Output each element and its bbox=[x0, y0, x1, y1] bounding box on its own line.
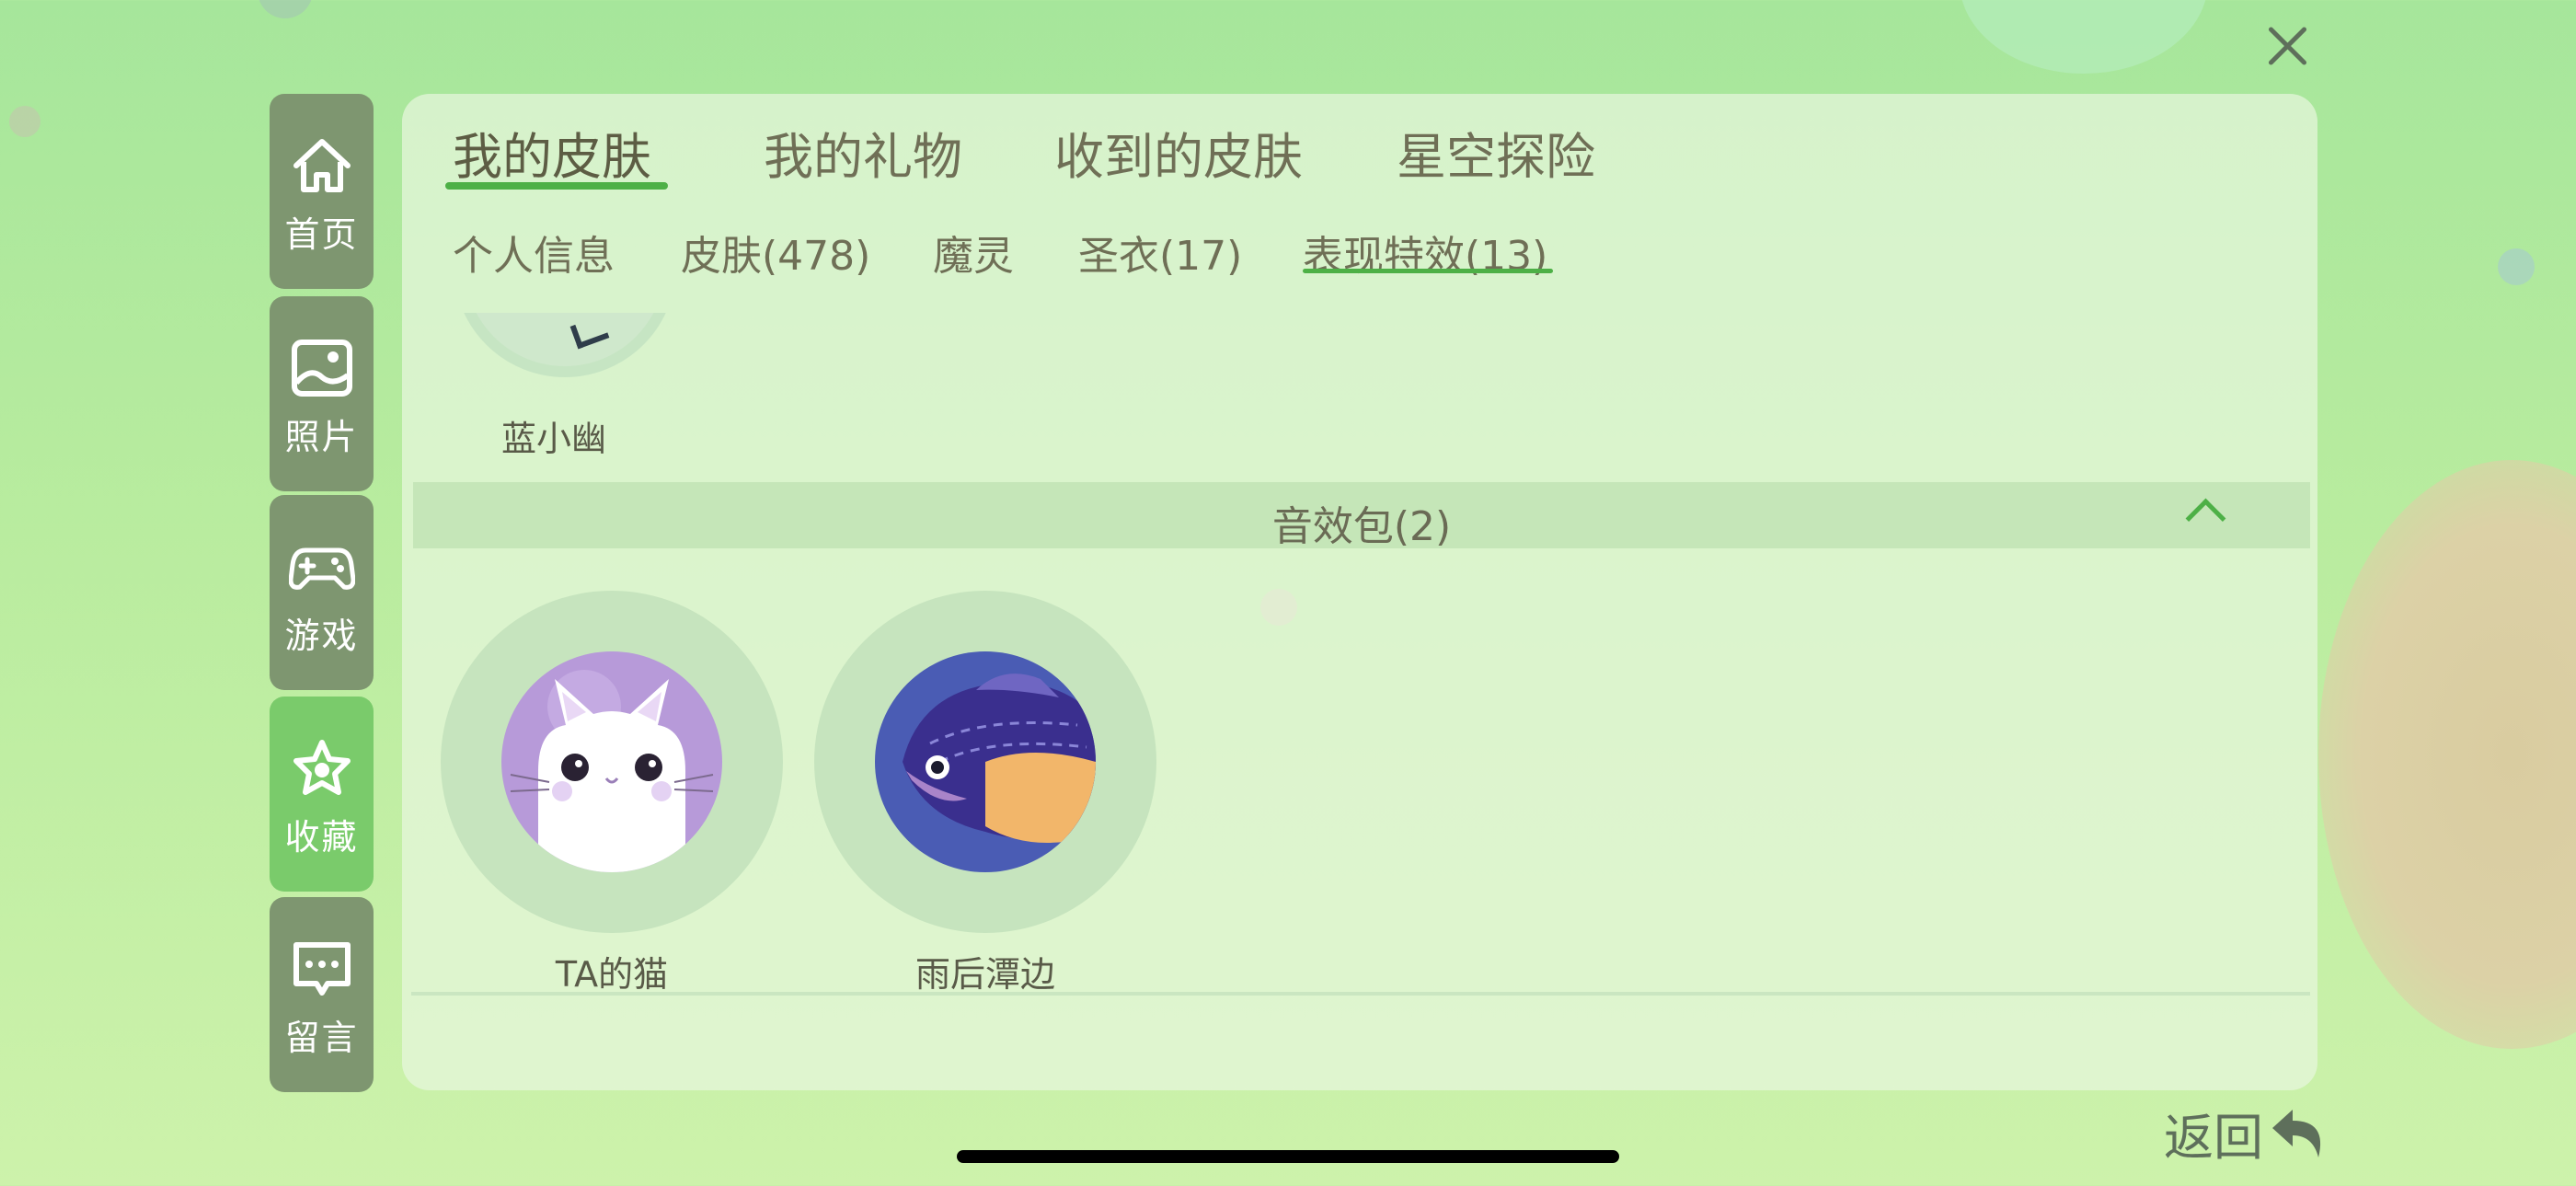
subtab-profile[interactable]: 个人信息 bbox=[453, 223, 615, 282]
subtab-spirit[interactable]: 魔灵 bbox=[933, 223, 1014, 282]
sidebar-item-label: 游戏 bbox=[284, 616, 359, 656]
subtab-skins[interactable]: 皮肤(478) bbox=[681, 223, 870, 282]
back-arrow-icon bbox=[2272, 1110, 2321, 1157]
sidebar-item-photo[interactable]: 照片 bbox=[270, 296, 374, 491]
effect-item-label: 蓝小幽 bbox=[500, 419, 606, 459]
back-button[interactable]: 返回 bbox=[2164, 1100, 2331, 1167]
photo-icon bbox=[291, 340, 352, 397]
sidebar-item-home[interactable]: 首页 bbox=[270, 94, 374, 289]
sound-pack-ring bbox=[441, 591, 783, 933]
active-subtab-indicator bbox=[1303, 269, 1553, 273]
close-icon[interactable] bbox=[2261, 20, 2313, 72]
home-icon bbox=[293, 139, 351, 192]
sound-pack-label: 雨后潭边 bbox=[914, 954, 1055, 995]
sidebar-item-label: 照片 bbox=[284, 417, 359, 457]
background-bubble bbox=[2498, 248, 2535, 285]
section-title: 音效包(2) bbox=[1271, 503, 1452, 550]
tab-star-adventure[interactable]: 星空探险 bbox=[1397, 116, 1595, 189]
sidebar-item-label: 收藏 bbox=[284, 817, 359, 858]
effects-list: 蓝小幽 音效包(2) TA的猫 雨后潭边 bbox=[402, 313, 2317, 1090]
home-indicator bbox=[957, 1150, 1619, 1163]
tab-received-skins[interactable]: 收到的皮肤 bbox=[1054, 116, 1303, 189]
sidebar-item-label: 留言 bbox=[284, 1018, 359, 1058]
tab-my-gifts[interactable]: 我的礼物 bbox=[764, 116, 962, 189]
active-tab-indicator bbox=[445, 182, 668, 190]
list-divider bbox=[411, 992, 2310, 996]
background-bubble bbox=[2318, 460, 2576, 1049]
background-bubble bbox=[258, 0, 313, 18]
background-bubble bbox=[1960, 0, 2208, 74]
cat-image bbox=[501, 651, 722, 872]
gamepad-icon bbox=[288, 547, 355, 590]
sidebar-item-favorites[interactable]: 收藏 bbox=[270, 697, 374, 892]
message-icon bbox=[293, 942, 351, 996]
sound-pack-ring bbox=[814, 591, 1156, 933]
sidebar-item-label: 首页 bbox=[284, 214, 359, 255]
fish-image bbox=[875, 651, 1096, 872]
sidebar-item-game[interactable]: 游戏 bbox=[270, 495, 374, 690]
sound-pack-section-header[interactable]: 音效包(2) bbox=[413, 482, 2310, 550]
star-icon bbox=[293, 740, 351, 795]
tab-my-skins[interactable]: 我的皮肤 bbox=[453, 116, 651, 189]
sound-pack-item[interactable]: 雨后潭边 bbox=[814, 591, 1156, 996]
effect-thumbnail bbox=[454, 313, 676, 377]
back-label: 返回 bbox=[2164, 1108, 2263, 1167]
sound-pack-label: TA的猫 bbox=[555, 954, 669, 995]
sound-pack-item[interactable]: TA的猫 bbox=[441, 591, 783, 996]
sidebar-item-message[interactable]: 留言 bbox=[270, 897, 374, 1092]
background-bubble bbox=[9, 106, 40, 137]
subtab-armor[interactable]: 圣衣(17) bbox=[1078, 223, 1242, 282]
